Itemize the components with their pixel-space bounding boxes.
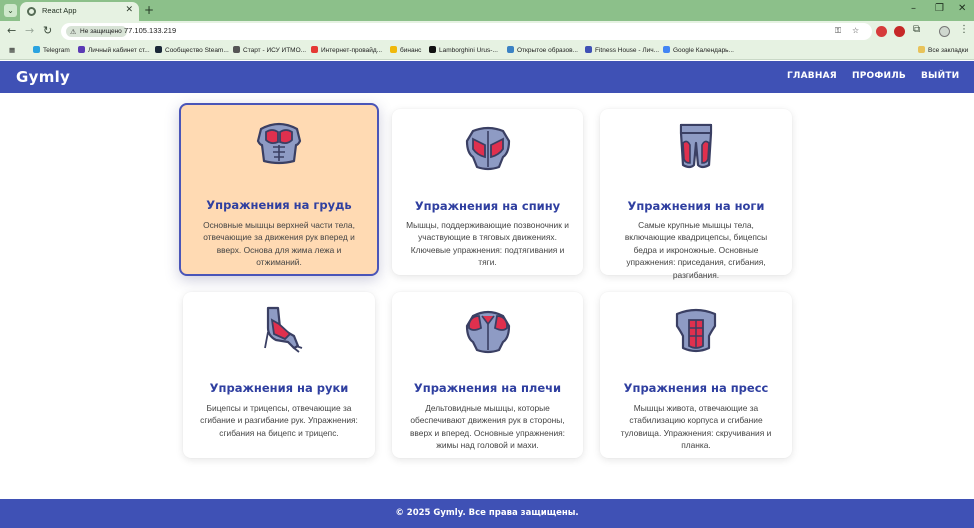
card-title: Упражнения на ноги — [627, 199, 765, 213]
bookmark-star-icon[interactable]: ☆ — [852, 26, 859, 35]
copyright-text: © 2025 Gymly. Все права защищены. — [395, 508, 579, 518]
tab-title: React App — [42, 6, 77, 15]
bookmark-favicon — [507, 46, 514, 53]
steam-icon — [155, 46, 162, 53]
folder-icon — [918, 46, 925, 53]
bookmark-item[interactable]: Google Календарь... — [663, 46, 734, 54]
arm-muscle-icon — [264, 306, 303, 353]
tab-close-icon[interactable]: ✕ — [125, 5, 133, 15]
minimize-icon[interactable]: – — [911, 3, 916, 14]
menu-kebab-icon[interactable]: ⋮ — [959, 24, 969, 35]
card-title: Упражнения на пресс — [623, 381, 769, 395]
abs-muscle-icon — [675, 308, 717, 353]
app-header: Gymly ГЛАВНАЯ ПРОФИЛЬ ВЫЙТИ — [0, 61, 974, 93]
maximize-icon[interactable]: ❐ — [935, 3, 944, 14]
bookmark-item[interactable]: Старт - ИСУ ИТМО... — [233, 46, 306, 54]
warning-icon: ⚠ — [70, 29, 77, 36]
bookmark-item[interactable]: Личный кабинет ст... — [78, 46, 150, 54]
card-back[interactable]: Упражнения на спину Мышцы, поддерживающи… — [392, 109, 583, 275]
adblock-icon[interactable] — [894, 26, 905, 37]
card-legs[interactable]: Упражнения на ноги Самые крупные мышцы т… — [600, 109, 792, 280]
card-description: Дельтовидные мышцы, которые обеспечивают… — [409, 403, 565, 451]
chest-muscle-icon — [256, 122, 302, 165]
card-description: Мышцы живота, отвечающие за стабилизацию… — [620, 403, 772, 451]
all-bookmarks[interactable]: Все закладки — [918, 46, 968, 54]
address-bar[interactable]: ⚠ Не защищено 77.105.133.219 ⚿ ☆ — [61, 23, 872, 40]
extension-red-icon[interactable] — [876, 26, 887, 37]
card-description: Бицепсы и трицепсы, отвечающие за сгибан… — [200, 403, 358, 438]
bookmark-item[interactable]: Telegram — [33, 46, 70, 54]
url-text[interactable]: 77.105.133.219 — [124, 26, 176, 35]
extensions-icon[interactable]: ⧉ — [913, 24, 920, 35]
bookmarks-bar: ▦ Telegram Личный кабинет ст... Сообщест… — [0, 42, 974, 60]
nav-logout[interactable]: ВЫЙТИ — [921, 71, 959, 81]
card-chest[interactable]: Упражнения на грудь Основные мышцы верхн… — [179, 103, 379, 276]
back-muscle-icon — [465, 126, 510, 171]
security-label: Не защищено — [80, 28, 122, 35]
google-calendar-icon — [663, 46, 670, 53]
nav-profile[interactable]: ПРОФИЛЬ — [852, 71, 906, 81]
bookmark-favicon — [78, 46, 85, 53]
card-title: Упражнения на спину — [414, 199, 561, 213]
card-arms[interactable]: Упражнения на руки Бицепсы и трицепсы, о… — [183, 292, 375, 458]
browser-tab-strip: ⌄ React App ✕ + – ❐ ✕ — [0, 0, 974, 21]
binance-icon — [390, 46, 397, 53]
forward-icon[interactable]: → — [25, 24, 34, 37]
card-description: Мышцы, поддерживающие позвоночник и учас… — [406, 220, 569, 268]
key-icon[interactable]: ⚿ — [835, 26, 841, 36]
card-shoulders[interactable]: Упражнения на плечи Дельтовидные мышцы, … — [392, 292, 583, 458]
new-tab-icon[interactable]: + — [144, 3, 154, 17]
back-icon[interactable]: ← — [7, 24, 16, 37]
profile-avatar-icon[interactable] — [939, 26, 950, 37]
card-title: Упражнения на грудь — [206, 198, 352, 212]
main-content: Упражнения на грудь Основные мышцы верхн… — [0, 93, 974, 499]
bookmark-item[interactable]: бинанс — [390, 46, 421, 54]
logo[interactable]: Gymly — [16, 68, 70, 86]
favicon-icon — [27, 7, 36, 16]
bookmark-item[interactable]: Интернет-провайд... — [311, 46, 382, 54]
bookmark-item[interactable]: Сообщество Steam... — [155, 46, 229, 54]
telegram-icon — [33, 46, 40, 53]
shoulder-muscle-icon — [465, 310, 510, 354]
browser-tab[interactable]: React App ✕ — [20, 2, 139, 21]
bookmark-favicon — [311, 46, 318, 53]
bookmark-favicon — [585, 46, 592, 53]
card-title: Упражнения на руки — [209, 381, 349, 395]
legs-muscle-icon — [679, 123, 713, 169]
bookmark-favicon — [429, 46, 436, 53]
card-title: Упражнения на плечи — [413, 381, 562, 395]
tab-search-icon[interactable]: ⌄ — [4, 4, 17, 17]
apps-grid-icon[interactable]: ▦ — [9, 46, 15, 54]
app-footer: © 2025 Gymly. Все права защищены. — [0, 499, 974, 528]
bookmark-item[interactable]: Lamborghini Urus-... — [429, 46, 498, 54]
window-close-icon[interactable]: ✕ — [958, 3, 966, 14]
card-abs[interactable]: Упражнения на пресс Мышцы живота, отвеча… — [600, 292, 792, 458]
bookmark-item[interactable]: Fitness House - Лич... — [585, 46, 659, 54]
bookmark-favicon — [233, 46, 240, 53]
card-description: Самые крупные мышцы тела, включающие ква… — [624, 220, 768, 280]
browser-toolbar: ← → ↻ ⚠ Не защищено 77.105.133.219 ⚿ ☆ ⧉… — [0, 21, 974, 42]
card-description: Основные мышцы верхней части тела, отвеч… — [203, 220, 355, 268]
reload-icon[interactable]: ↻ — [43, 24, 52, 37]
security-indicator[interactable]: ⚠ Не защищено — [66, 26, 127, 37]
bookmark-item[interactable]: Открытое образов... — [507, 46, 578, 54]
nav-home[interactable]: ГЛАВНАЯ — [787, 71, 837, 81]
